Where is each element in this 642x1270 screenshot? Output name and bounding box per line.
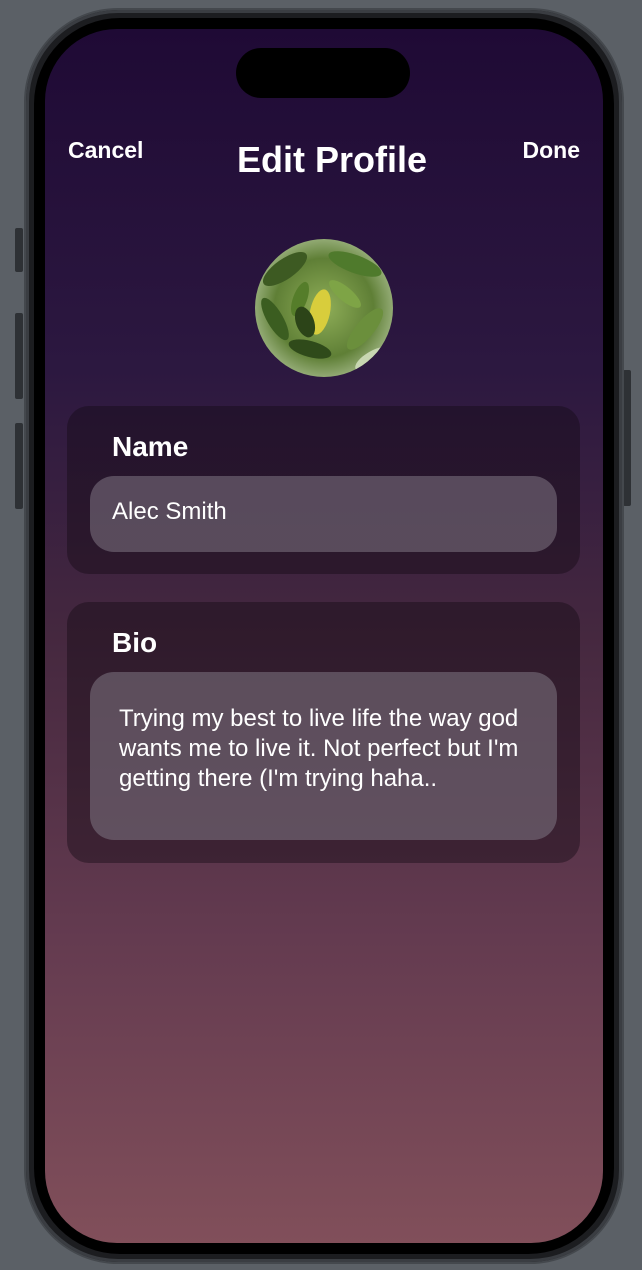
volume-down-button xyxy=(15,423,23,509)
done-button[interactable]: Done xyxy=(523,137,581,164)
bio-field[interactable]: Trying my best to live life the way god … xyxy=(90,672,557,840)
edit-profile-screen: Cancel Edit Profile Done Name Alec Smith… xyxy=(45,29,603,1243)
name-label: Name xyxy=(112,431,189,462)
bio-label: Bio xyxy=(112,627,158,658)
volume-up-button xyxy=(15,313,23,399)
power-button xyxy=(623,370,631,506)
bio-section: Bio Trying my best to live life the way … xyxy=(67,602,580,863)
dynamic-island xyxy=(236,48,410,98)
name-section: Name Alec Smith xyxy=(67,406,580,574)
avatar[interactable] xyxy=(255,239,393,377)
name-field[interactable]: Alec Smith xyxy=(90,476,557,552)
page-title: Edit Profile xyxy=(236,139,428,180)
silent-switch xyxy=(15,228,23,272)
profile-photo-leaves-icon xyxy=(255,239,393,377)
